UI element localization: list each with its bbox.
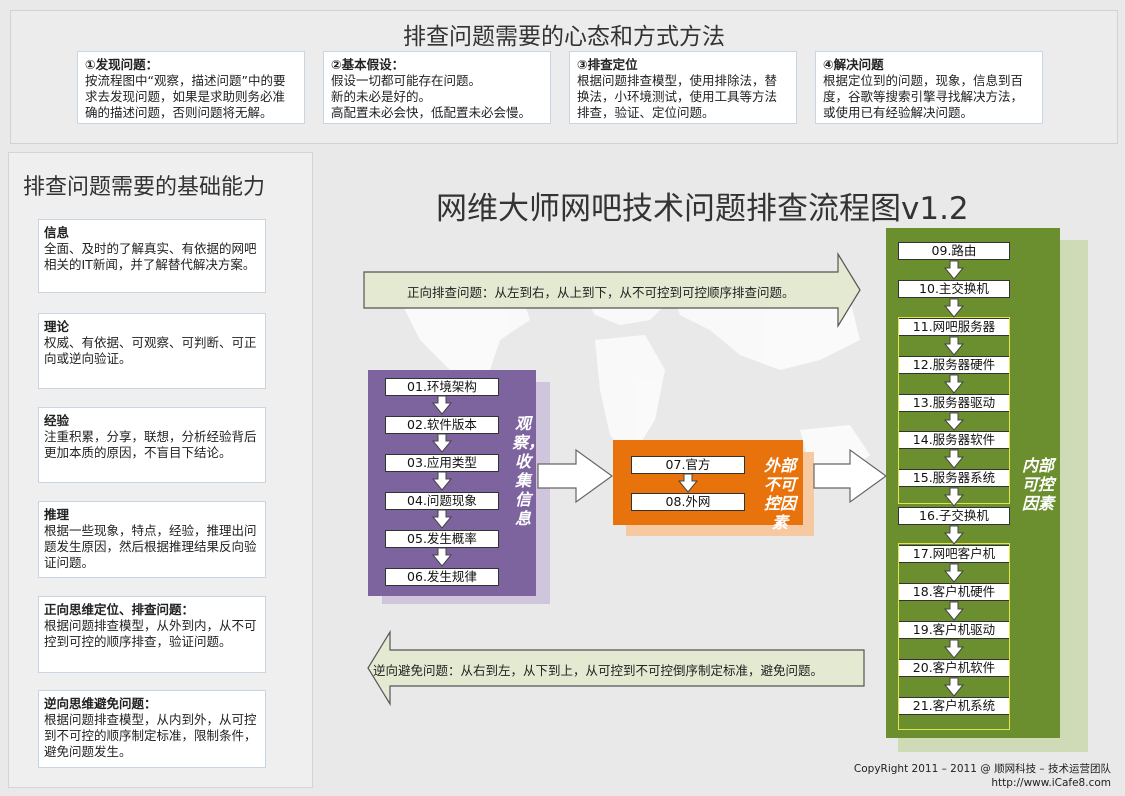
footer: CopyRight 2011 – 2011 @ 顺网科技 – 技术运营团队 ht… [854, 762, 1111, 790]
forward-arrow-label: 正向排查问题：从左到右，从上到下，从不可控到可控顺序排查问题。 [407, 285, 795, 300]
ability-text: 权威、有依据、可观察、可判断、可正向或逆向验证。 [44, 335, 257, 366]
method-text: 假设一切都可能存在问题。 新的未必是好的。 高配置未必会快，低配置未必会慢。 [331, 73, 532, 120]
footer-url[interactable]: http://www.iCafe8.com [854, 776, 1111, 790]
ability-text: 根据问题排查模型，从外到内，从不可控到可控的顺序排查，验证问题。 [44, 618, 257, 649]
ability-box-experience: 经验 注重积累，分享，联想，分析经验背后更加本质的原因，不盲目下结论。 [38, 407, 266, 483]
ability-heading: 逆向思维避免问题： [44, 696, 157, 711]
ability-box-info: 信息 全面、及时的了解真实、有依据的网吧相关的IT新闻，并了解替代解决方案。 [38, 219, 266, 293]
ability-heading: 正向思维定位、排查问题： [44, 602, 195, 617]
external-down-arrows [677, 473, 699, 493]
reverse-arrow-label: 逆向避免问题：从右到左，从下到上，从可控到不可控倒序制定标准，避免问题。 [373, 663, 824, 678]
internal-down-arrows [943, 260, 965, 697]
method-box-solve: ④解决问题 根据定位到的问题，现象，信息到百度，谷歌等搜索引擎寻找解决方法，或使… [815, 51, 1043, 124]
observe-down-arrows [431, 395, 453, 567]
ability-heading: 推理 [44, 507, 70, 522]
methods-panel: 排查问题需要的心态和方式方法 ①发现问题： 按流程图中“观察，描述问题”中的要求… [10, 10, 1118, 144]
method-text: 根据问题排查模型，使用排除法，替换法，小环境测试，使用工具等方法排查，验证、定位… [577, 73, 778, 120]
copyright-text: CopyRight 2011 – 2011 @ 顺网科技 – 技术运营团队 [853, 763, 1111, 775]
abilities-title: 排查问题需要的基础能力 [23, 175, 266, 200]
ability-text: 注重积累，分享，联想，分析经验背后更加本质的原因，不盲目下结论。 [44, 429, 257, 460]
ability-text: 根据一些现象，特点，经验，推理出问题发生原因，然后根据推理结果反向验证问题。 [44, 523, 257, 570]
methods-title: 排查问题需要的心态和方式方法 [403, 24, 725, 50]
abilities-panel: 排查问题需要的基础能力 信息 全面、及时的了解真实、有依据的网吧相关的IT新闻，… [8, 152, 313, 788]
ability-text: 全面、及时的了解真实、有依据的网吧相关的IT新闻，并了解替代解决方案。 [44, 241, 257, 272]
ability-heading: 经验 [44, 413, 70, 428]
method-box-locate: ③排查定位 根据问题排查模型，使用排除法，替换法，小环境测试，使用工具等方法排查… [569, 51, 797, 124]
method-heading: ④解决问题 [823, 57, 884, 72]
method-text: 按流程图中“观察，描述问题”中的要求去发现问题，如果是求助则务必准确的描述问题，… [85, 73, 286, 120]
ability-box-theory: 理论 权威、有依据、可观察、可判断、可正向或逆向验证。 [38, 313, 266, 389]
ability-heading: 信息 [44, 225, 70, 240]
ability-box-reasoning: 推理 根据一些现象，特点，经验，推理出问题发生原因，然后根据推理结果反向验证问题… [38, 501, 266, 578]
observe-to-external-arrow [537, 448, 614, 504]
method-heading: ③排查定位 [577, 57, 638, 72]
method-heading: ②基本假设： [331, 57, 405, 72]
ability-text: 根据问题排查模型，从内到外，从可控到不可控的顺序制定标准，限制条件，避免问题发生… [44, 712, 257, 759]
method-text: 根据定位到的问题，现象，信息到百度，谷歌等搜索引擎寻找解决方法，或使用已有经验解… [823, 73, 1024, 120]
flowchart-title: 网维大师网吧技术问题排查流程图v1.2 [436, 191, 969, 227]
ability-box-forward: 正向思维定位、排查问题： 根据问题排查模型，从外到内，从不可控到可控的顺序排查，… [38, 596, 266, 673]
method-box-assume: ②基本假设： 假设一切都可能存在问题。 新的未必是好的。 高配置未必会快，低配置… [323, 51, 551, 124]
method-box-discover: ①发现问题： 按流程图中“观察，描述问题”中的要求去发现问题，如果是求助则务必准… [77, 51, 305, 124]
ability-heading: 理论 [44, 319, 70, 334]
external-to-internal-arrow [813, 448, 888, 504]
method-heading: ①发现问题： [85, 57, 159, 72]
ability-box-reverse: 逆向思维避免问题： 根据问题排查模型，从内到外，从可控到不可控的顺序制定标准，限… [38, 690, 266, 768]
